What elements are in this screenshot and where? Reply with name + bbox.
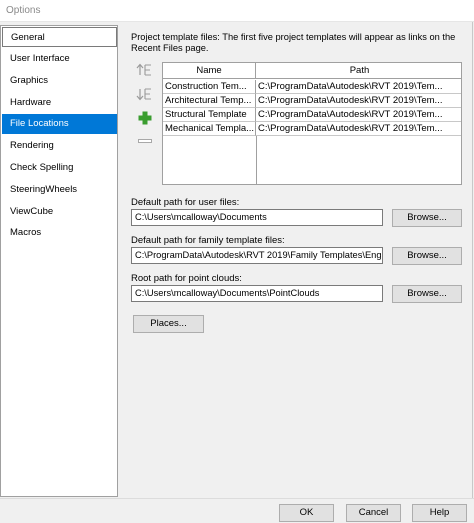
sidebar-item-file-locations[interactable]: File Locations: [2, 114, 117, 134]
table-row[interactable]: Mechanical Templa... C:\ProgramData\Auto…: [163, 122, 461, 136]
sidebar-item-rendering[interactable]: Rendering: [2, 136, 117, 156]
point-clouds-path-input[interactable]: C:\Users\mcalloway\Documents\PointClouds: [131, 285, 383, 302]
options-sidebar: General User Interface Graphics Hardware…: [0, 25, 118, 497]
sidebar-item-graphics[interactable]: Graphics: [2, 71, 117, 91]
ok-button[interactable]: OK: [279, 504, 334, 522]
user-files-label: Default path for user files:: [131, 197, 240, 208]
window-title: Options: [6, 5, 41, 16]
move-down-icon[interactable]: [136, 86, 154, 102]
title-bar: Options: [0, 0, 474, 22]
sidebar-item-check-spelling[interactable]: Check Spelling: [2, 158, 117, 178]
template-path-cell[interactable]: C:\ProgramData\Autodesk\RVT 2019\Tem...: [256, 80, 461, 94]
places-button[interactable]: Places...: [133, 315, 204, 333]
table-row[interactable]: Architectural Temp... C:\ProgramData\Aut…: [163, 94, 461, 108]
browse-family-templates-button[interactable]: Browse...: [392, 247, 462, 265]
template-path-cell[interactable]: C:\ProgramData\Autodesk\RVT 2019\Tem...: [256, 122, 461, 136]
column-divider: [256, 136, 257, 184]
add-icon[interactable]: [136, 110, 154, 126]
sidebar-item-hardware[interactable]: Hardware: [2, 93, 117, 113]
project-templates-table: Name Path Construction Tem... C:\Program…: [162, 62, 462, 185]
project-templates-description: Project template files: The first five p…: [131, 32, 456, 53]
cancel-button[interactable]: Cancel: [346, 504, 401, 522]
template-name-cell[interactable]: Architectural Temp...: [163, 94, 256, 108]
template-path-cell[interactable]: C:\ProgramData\Autodesk\RVT 2019\Tem...: [256, 94, 461, 108]
move-up-icon[interactable]: [136, 62, 154, 78]
family-templates-label: Default path for family template files:: [131, 235, 285, 246]
user-files-path-input[interactable]: C:\Users\mcalloway\Documents: [131, 209, 383, 226]
sidebar-item-general[interactable]: General: [2, 27, 117, 47]
column-header-name[interactable]: Name: [163, 63, 256, 79]
dialog-footer: OK Cancel Help: [0, 498, 474, 523]
window-border: [472, 22, 473, 498]
column-header-path[interactable]: Path: [256, 63, 461, 79]
sidebar-item-user-interface[interactable]: User Interface: [2, 49, 117, 69]
help-button[interactable]: Help: [412, 504, 467, 522]
browse-user-files-button[interactable]: Browse...: [392, 209, 462, 227]
browse-point-clouds-button[interactable]: Browse...: [392, 285, 462, 303]
table-header: Name Path: [163, 63, 461, 79]
family-templates-path-input[interactable]: C:\ProgramData\Autodesk\RVT 2019\Family …: [131, 247, 383, 264]
template-name-cell[interactable]: Structural Template: [163, 108, 256, 122]
template-name-cell[interactable]: Mechanical Templa...: [163, 122, 256, 136]
table-row[interactable]: Structural Template C:\ProgramData\Autod…: [163, 108, 461, 122]
template-path-cell[interactable]: C:\ProgramData\Autodesk\RVT 2019\Tem...: [256, 108, 461, 122]
sidebar-item-macros[interactable]: Macros: [2, 223, 117, 243]
sidebar-item-steeringwheels[interactable]: SteeringWheels: [2, 180, 117, 200]
remove-icon[interactable]: [136, 133, 154, 149]
point-clouds-label: Root path for point clouds:: [131, 273, 242, 284]
sidebar-item-viewcube[interactable]: ViewCube: [2, 202, 117, 222]
table-row[interactable]: Construction Tem... C:\ProgramData\Autod…: [163, 80, 461, 94]
template-name-cell[interactable]: Construction Tem...: [163, 80, 256, 94]
